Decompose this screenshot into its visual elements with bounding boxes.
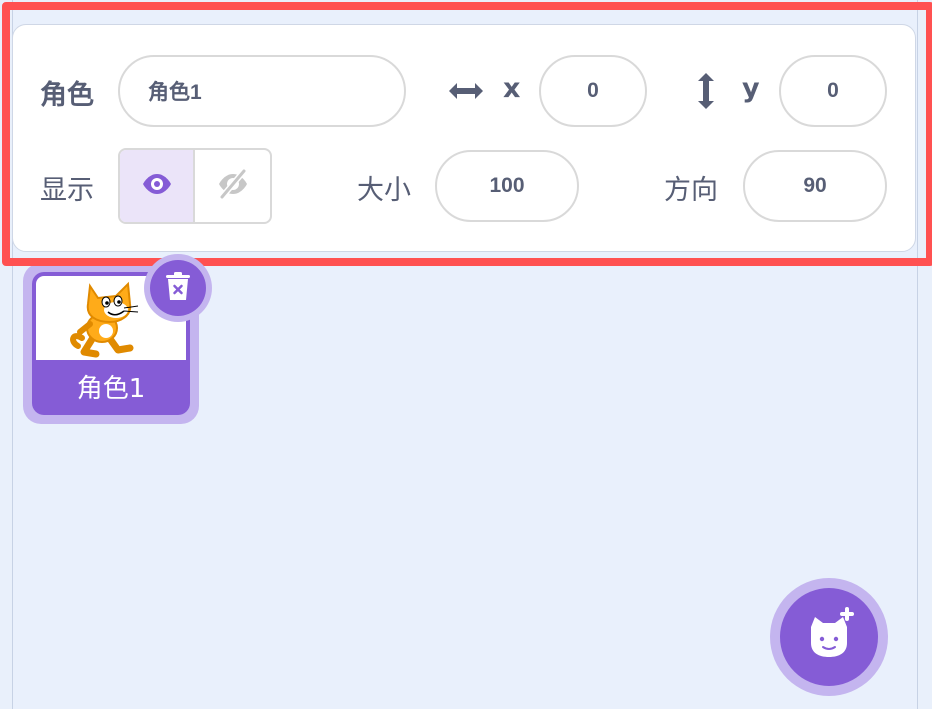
y-value: 0	[827, 79, 839, 102]
direction-input[interactable]: 90	[743, 150, 887, 222]
direction-label: 方向	[664, 175, 718, 206]
y-input[interactable]: 0	[779, 55, 887, 127]
horizontal-arrows-icon	[447, 80, 485, 106]
visibility-toggle	[118, 148, 272, 224]
size-input[interactable]: 100	[435, 150, 579, 222]
size-value: 100	[489, 174, 525, 197]
cat-plus-icon	[801, 607, 857, 667]
size-label: 大小	[357, 175, 411, 206]
sprite-tile-name: 角色1	[76, 374, 146, 404]
direction-value: 90	[803, 174, 827, 197]
sprite-label: 角色	[40, 80, 94, 111]
x-label: x	[503, 73, 521, 104]
show-label: 显示	[40, 175, 94, 206]
trash-icon	[165, 271, 191, 305]
vertical-arrows-icon	[695, 71, 717, 115]
y-label: y	[742, 73, 760, 104]
eye-slash-icon	[216, 168, 250, 203]
show-button[interactable]	[120, 150, 195, 222]
eye-icon	[140, 172, 174, 200]
delete-sprite-button[interactable]	[144, 254, 212, 322]
x-input[interactable]: 0	[539, 55, 647, 127]
sprite-name-value: 角色1	[148, 81, 202, 104]
hide-button[interactable]	[195, 150, 270, 222]
x-value: 0	[587, 79, 599, 102]
add-sprite-button[interactable]	[770, 578, 888, 696]
sprite-name-input[interactable]: 角色1	[118, 55, 406, 127]
